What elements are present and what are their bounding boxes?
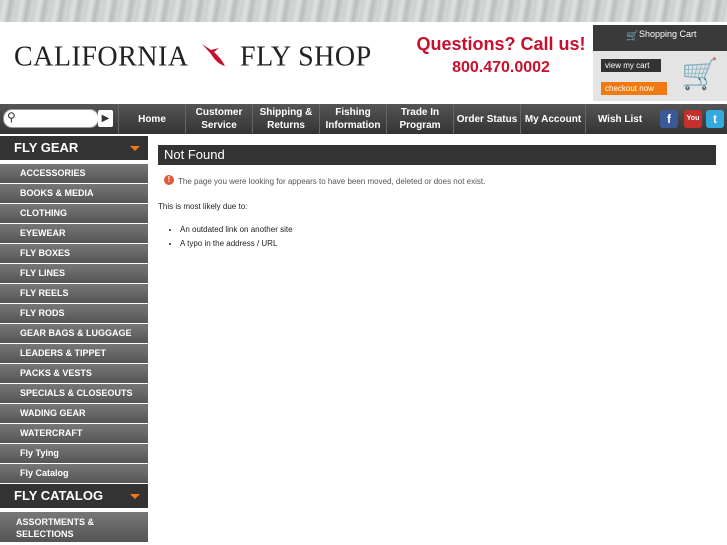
site-header: CALIFORNIA FLY SHOP Questions? Call us! … <box>0 22 727 102</box>
assortments-line2: SELECTIONS <box>16 529 74 539</box>
sidebar-item-fly-reels[interactable]: FLY REELS <box>0 284 148 303</box>
cart-title: Shopping Cart <box>639 29 697 39</box>
list-item: An outdated link on another site <box>180 225 716 234</box>
fish-logo-icon <box>199 40 229 78</box>
main-content: Not Found ! The page you were looking fo… <box>158 145 716 253</box>
nav-order-status[interactable]: Order Status <box>453 104 520 134</box>
page-title: Not Found <box>158 145 716 165</box>
nav-shipping-returns[interactable]: Shipping & Returns <box>252 104 319 134</box>
search-icon: ⚲ <box>7 110 16 124</box>
sidebar-item-fly-tying[interactable]: Fly Tying <box>0 444 148 463</box>
list-item: A typo in the address / URL <box>180 239 716 248</box>
cart-box: 🛒 Shopping Cart view my cart checkout no… <box>593 25 727 101</box>
chevron-down-icon <box>130 146 140 151</box>
shopping-cart-icon: 🛒 <box>681 58 719 91</box>
sidebar-item-books-media[interactable]: BOOKS & MEDIA <box>0 184 148 203</box>
sidebar-item-gear-bags[interactable]: GEAR BAGS & LUGGAGE <box>0 324 148 343</box>
search-go-button[interactable]: ▶ <box>98 110 113 127</box>
cart-icon: 🛒 <box>626 31 639 42</box>
nav-customer-service[interactable]: Customer Service <box>185 104 252 134</box>
sidebar-item-fly-boxes[interactable]: FLY BOXES <box>0 244 148 263</box>
nav-wish-list[interactable]: Wish List <box>585 104 654 134</box>
questions-text: Questions? Call us! <box>416 34 586 54</box>
nav-home[interactable]: Home <box>118 104 185 134</box>
phone-number[interactable]: 800.470.0002 <box>406 59 596 77</box>
error-notice-text: The page you were looking for appears to… <box>178 177 486 186</box>
assortments-line1: ASSORTMENTS & <box>16 517 95 527</box>
error-notice: ! The page you were looking for appears … <box>158 175 716 186</box>
reason-text: This is most likely due to: <box>158 202 248 211</box>
sidebar-item-fly-rods[interactable]: FLY RODS <box>0 304 148 323</box>
logo-text-left: CALIFORNIA <box>14 41 188 73</box>
sidebar-item-packs-vests[interactable]: PACKS & VESTS <box>0 364 148 383</box>
logo-text-right: FLY SHOP <box>240 41 372 73</box>
sidebar-item-specials[interactable]: SPECIALS & CLOSEOUTS <box>0 384 148 403</box>
youtube-icon[interactable]: You <box>684 110 702 128</box>
nav-my-account[interactable]: My Account <box>520 104 585 134</box>
sidebar-heading-fly-catalog[interactable]: FLY CATALOG <box>0 484 148 508</box>
view-cart-button[interactable]: view my cart <box>601 59 661 72</box>
alert-icon: ! <box>164 175 174 185</box>
sidebar-item-fly-lines[interactable]: FLY LINES <box>0 264 148 283</box>
sidebar-heading-label: FLY CATALOG <box>14 488 104 503</box>
sidebar-item-wading-gear[interactable]: WADING GEAR <box>0 404 148 423</box>
sidebar: FLY GEAR ACCESSORIES BOOKS & MEDIA CLOTH… <box>0 136 148 543</box>
cart-header: 🛒 Shopping Cart <box>593 25 727 51</box>
sidebar-heading-fly-gear[interactable]: FLY GEAR <box>0 136 148 160</box>
checkout-button[interactable]: checkout now <box>601 82 667 95</box>
sidebar-heading-label: FLY GEAR <box>14 140 79 155</box>
reason-list: An outdated link on another site A typo … <box>158 225 716 248</box>
sidebar-item-leaders-tippet[interactable]: LEADERS & TIPPET <box>0 344 148 363</box>
chevron-down-icon <box>130 494 140 499</box>
main-nav: ⚲ ▶ Home Customer Service Shipping & Ret… <box>0 104 727 134</box>
contact-box: Questions? Call us! 800.470.0002 <box>406 34 596 77</box>
nav-fishing-information[interactable]: Fishing Information <box>319 104 386 134</box>
sidebar-item-eyewear[interactable]: EYEWEAR <box>0 224 148 243</box>
search-input[interactable]: ⚲ <box>3 109 99 128</box>
sidebar-item-accessories[interactable]: ACCESSORIES <box>0 164 148 183</box>
sidebar-item-assortments[interactable]: ASSORTMENTS & SELECTIONS <box>0 512 148 542</box>
facebook-icon[interactable]: f <box>660 110 678 128</box>
sidebar-item-watercraft[interactable]: WATERCRAFT <box>0 424 148 443</box>
sidebar-item-clothing[interactable]: CLOTHING <box>0 204 148 223</box>
top-banner-strip <box>0 0 727 22</box>
site-logo[interactable]: CALIFORNIA FLY SHOP <box>14 40 372 78</box>
sidebar-item-fly-catalog[interactable]: Fly Catalog <box>0 464 148 483</box>
twitter-icon[interactable]: t <box>706 110 724 128</box>
nav-trade-in[interactable]: Trade In Program <box>386 104 453 134</box>
